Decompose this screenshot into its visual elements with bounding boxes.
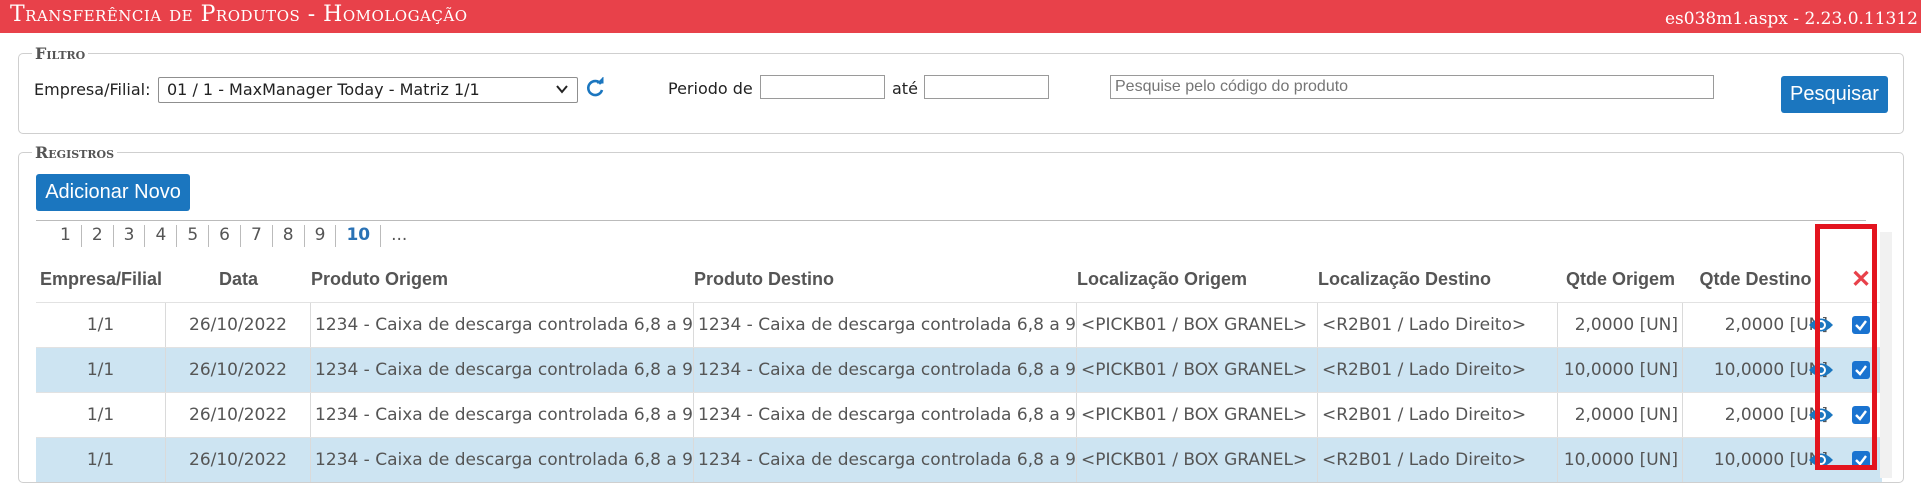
table-row[interactable]: 1/1 26/10/2022 1234 - Caixa de descarga co… xyxy=(36,347,1882,392)
column-header-local-destino[interactable]: Localização Destino xyxy=(1318,257,1558,302)
period-to-label: até xyxy=(892,79,918,98)
cell-qtde-origem: 10,0000 [UN] xyxy=(1558,348,1683,392)
column-header-produto-destino[interactable]: Produto Destino xyxy=(694,257,1077,302)
cell-local-destino: <R2B01 / Lado Direito> xyxy=(1318,348,1558,392)
refresh-icon[interactable] xyxy=(584,77,606,103)
column-header-empresa[interactable]: Empresa/Filial xyxy=(36,257,166,302)
cell-produto-origem: 1234 - Caixa de descarga controlada 6,8 … xyxy=(311,348,694,392)
filter-legend: Filtro xyxy=(35,44,86,63)
cell-data: 26/10/2022 xyxy=(166,348,311,392)
title-bar: Transferência de Produtos - Homologação … xyxy=(0,0,1921,33)
vertical-scrollbar[interactable] xyxy=(1880,232,1892,478)
page-link[interactable]: 5 xyxy=(177,225,210,247)
cell-produto-destino: 1234 - Caixa de descarga controlada 6,8 … xyxy=(694,438,1077,482)
page-link[interactable]: 7 xyxy=(241,225,273,247)
company-label: Empresa/Filial: xyxy=(34,80,151,99)
table-header: Empresa/Filial Data Produto Origem Produ… xyxy=(36,257,1882,302)
page-link[interactable]: 6 xyxy=(209,225,241,247)
table-row[interactable]: 1/1 26/10/2022 1234 - Caixa de descarga co… xyxy=(36,437,1882,482)
app-version: es038m1.aspx - 2.23.0.11312 xyxy=(1664,9,1918,29)
cell-produto-origem: 1234 - Caixa de descarga controlada 6,8 … xyxy=(311,438,694,482)
page-link[interactable]: 9 xyxy=(305,225,337,247)
column-header-qtde-origem[interactable]: Qtde Origem xyxy=(1558,257,1683,302)
cell-empresa: 1/1 xyxy=(36,438,166,482)
cell-empresa: 1/1 xyxy=(36,303,166,347)
product-search-input[interactable] xyxy=(1110,75,1714,99)
page-link[interactable]: 10 xyxy=(336,225,382,247)
page-link[interactable]: 4 xyxy=(145,225,178,247)
pagination: 1 2 3 4 5 6 7 8 9 10... xyxy=(50,225,417,247)
cell-local-origem: <PICKB01 / BOX GRANEL> xyxy=(1077,438,1318,482)
page-link[interactable]: 8 xyxy=(273,225,305,247)
cell-qtde-origem: 2,0000 [UN] xyxy=(1558,303,1683,347)
records-legend: Registros xyxy=(35,143,115,162)
cell-local-destino: <R2B01 / Lado Direito> xyxy=(1318,438,1558,482)
cell-data: 26/10/2022 xyxy=(166,303,311,347)
cell-local-origem: <PICKB01 / BOX GRANEL> xyxy=(1077,303,1318,347)
cell-data: 26/10/2022 xyxy=(166,438,311,482)
cell-produto-origem: 1234 - Caixa de descarga controlada 6,8 … xyxy=(311,393,694,437)
column-header-produto-origem[interactable]: Produto Origem xyxy=(311,257,694,302)
cell-produto-destino: 1234 - Caixa de descarga controlada 6,8 … xyxy=(694,303,1077,347)
add-new-button[interactable]: Adicionar Novo xyxy=(36,174,190,211)
page-link[interactable]: 1 xyxy=(50,225,82,247)
cell-qtde-origem: 2,0000 [UN] xyxy=(1558,393,1683,437)
column-header-data[interactable]: Data xyxy=(166,257,311,302)
period-to-input[interactable] xyxy=(924,75,1049,99)
page-link[interactable]: 2 xyxy=(82,225,114,247)
cell-empresa: 1/1 xyxy=(36,348,166,392)
cell-qtde-origem: 10,0000 [UN] xyxy=(1558,438,1683,482)
records-table: Empresa/Filial Data Produto Origem Produ… xyxy=(36,257,1882,482)
cell-local-origem: <PICKB01 / BOX GRANEL> xyxy=(1077,348,1318,392)
cell-local-origem: <PICKB01 / BOX GRANEL> xyxy=(1077,393,1318,437)
chevron-down-icon xyxy=(555,81,569,100)
company-select-value: 01 / 1 - MaxManager Today - Matriz 1/1 xyxy=(167,80,480,99)
app-title: Transferência de Produtos - Homologação xyxy=(10,2,468,27)
table-row[interactable]: 1/1 26/10/2022 1234 - Caixa de descarga co… xyxy=(36,302,1882,347)
cell-data: 26/10/2022 xyxy=(166,393,311,437)
cell-local-destino: <R2B01 / Lado Direito> xyxy=(1318,393,1558,437)
search-button[interactable]: Pesquisar xyxy=(1781,76,1888,113)
grid-divider xyxy=(36,220,1866,221)
column-header-local-origem[interactable]: Localização Origem xyxy=(1077,257,1318,302)
page-link[interactable]: ... xyxy=(381,225,417,247)
page-link[interactable]: 3 xyxy=(114,225,146,247)
cell-produto-origem: 1234 - Caixa de descarga controlada 6,8 … xyxy=(311,303,694,347)
cell-produto-destino: 1234 - Caixa de descarga controlada 6,8 … xyxy=(694,348,1077,392)
table-row[interactable]: 1/1 26/10/2022 1234 - Caixa de descarga co… xyxy=(36,392,1882,437)
selection-highlight-box xyxy=(1815,224,1877,470)
cell-produto-destino: 1234 - Caixa de descarga controlada 6,8 … xyxy=(694,393,1077,437)
period-from-label: Periodo de xyxy=(668,79,753,98)
cell-empresa: 1/1 xyxy=(36,393,166,437)
column-header-qtde-destino[interactable]: Qtde Destino xyxy=(1683,257,1828,302)
period-from-input[interactable] xyxy=(760,75,885,99)
cell-local-destino: <R2B01 / Lado Direito> xyxy=(1318,303,1558,347)
company-select[interactable]: 01 / 1 - MaxManager Today - Matriz 1/1 xyxy=(158,77,578,103)
